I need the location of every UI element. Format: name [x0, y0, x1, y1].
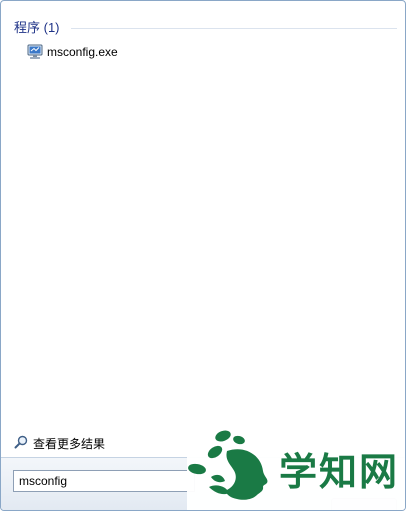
magnifier-icon — [14, 435, 28, 449]
results-group-header: 程序 (1) — [13, 17, 397, 37]
search-input[interactable] — [13, 470, 195, 492]
group-divider — [71, 28, 397, 29]
leaf-head-logo-icon — [188, 430, 268, 500]
monitor-icon — [27, 44, 43, 60]
result-item-msconfig[interactable]: msconfig.exe — [25, 43, 385, 63]
results-group-title[interactable]: 程序 (1) — [14, 17, 60, 36]
watermark-text: 学知网 — [279, 449, 400, 494]
result-item-label: msconfig.exe — [47, 45, 118, 59]
start-menu-search-window: 程序 (1) msconfig.exe 查看更多结果 msconfig 学知网 — [0, 0, 406, 511]
see-more-results-link[interactable]: 查看更多结果 — [11, 433, 211, 453]
see-more-results-label: 查看更多结果 — [33, 437, 106, 451]
watermark-logo: 学知网 — [187, 421, 405, 510]
search-results-pane: 程序 (1) msconfig.exe — [7, 7, 399, 457]
